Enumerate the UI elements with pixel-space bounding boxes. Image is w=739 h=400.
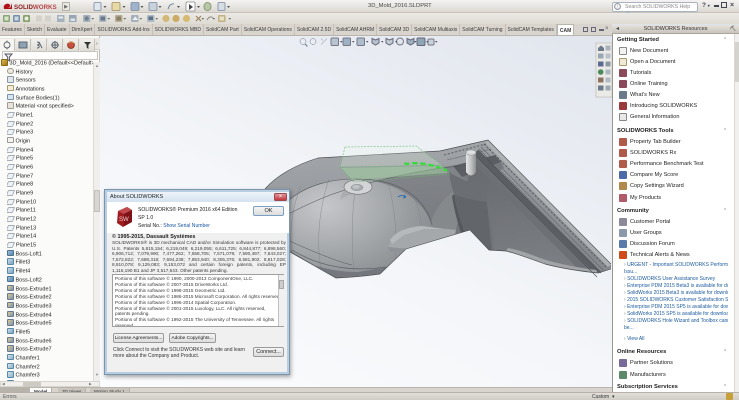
svg-text:SOLIDWORKS: SOLIDWORKS	[14, 4, 57, 11]
svg-text:SW: SW	[119, 217, 129, 223]
